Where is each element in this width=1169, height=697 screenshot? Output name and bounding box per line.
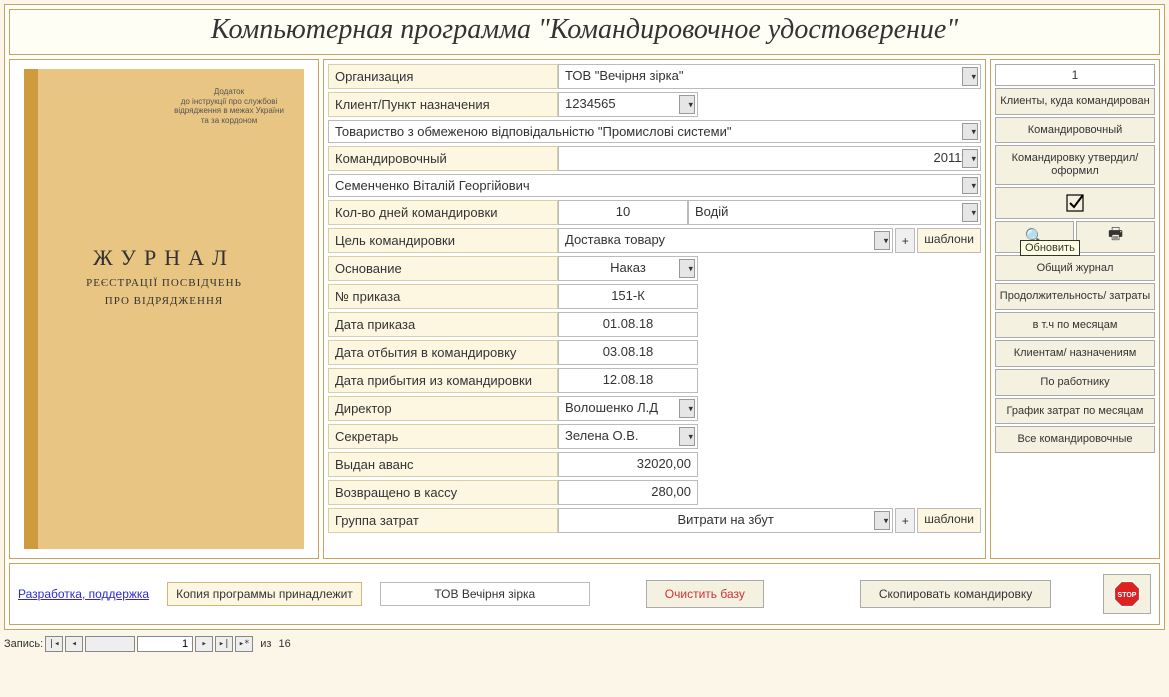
person-select[interactable]: Семенченко Віталій Георгійович (328, 174, 981, 197)
komand-label: Командировочный (328, 146, 558, 171)
arrive-label: Дата прибытия из командировки (328, 368, 558, 393)
book-caption-1: Додаток (174, 87, 284, 97)
record-number: 1 (995, 64, 1155, 86)
order-date-label: Дата приказа (328, 312, 558, 337)
duration-button[interactable]: Продолжительность/ затраты (995, 283, 1155, 310)
book-caption-2: до інструкції про службові (174, 97, 284, 107)
copy-label: Копия программы принадлежит (167, 582, 362, 606)
goal-templates-button[interactable]: шаблони (917, 228, 981, 253)
app-title: Компьютерная программа "Командировочное … (9, 9, 1160, 55)
by-client-button[interactable]: Клиентам/ назначениям (995, 340, 1155, 367)
goal-add-button[interactable]: + (895, 228, 915, 253)
nav-prev-button[interactable]: ◂ (65, 636, 83, 652)
stop-icon: STOP (1113, 580, 1141, 608)
goal-label: Цель командировки (328, 228, 558, 253)
dev-link[interactable]: Разработка, поддержка (18, 587, 149, 601)
group-label: Группа затрат (328, 508, 558, 533)
group-add-button[interactable]: + (895, 508, 915, 533)
book-panel: Додаток до інструкції про службові відря… (9, 59, 319, 559)
nav-current-input[interactable] (137, 636, 193, 652)
book-title: ЖУРНАЛ (93, 245, 235, 271)
advance-label: Выдан аванс (328, 452, 558, 477)
nav-next-button[interactable]: ▸ (195, 636, 213, 652)
clear-db-button[interactable]: Очистить базу (646, 580, 764, 608)
komand-select[interactable]: 201111 (558, 146, 981, 171)
return-input[interactable]: 280,00 (558, 480, 698, 505)
arrive-input[interactable]: 12.08.18 (558, 368, 698, 393)
form-panel: Организация ТОВ "Вечірня зірка" Клиент/П… (323, 59, 986, 559)
org-select[interactable]: ТОВ "Вечірня зірка" (558, 64, 981, 89)
nav-label: Запись: (4, 638, 43, 650)
nav-of-label: из (260, 638, 271, 650)
svg-text:STOP: STOP (1118, 592, 1137, 599)
book-caption-3: відрядження в межах України (174, 106, 284, 116)
komand-button[interactable]: Командировочный (995, 117, 1155, 144)
journal-button[interactable]: Общий журнал (995, 255, 1155, 282)
director-label: Директор (328, 396, 558, 421)
copy-owner: ТОВ Вечірня зірка (380, 582, 590, 606)
group-templates-button[interactable]: шаблони (917, 508, 981, 533)
by-month-button[interactable]: в т.ч по месяцам (995, 312, 1155, 339)
stop-button[interactable]: STOP (1103, 574, 1151, 614)
nav-total: 16 (278, 638, 290, 650)
book-caption-4: та за кордоном (174, 116, 284, 126)
journal-cover: Додаток до інструкції про службові відря… (24, 69, 304, 549)
nav-first-button[interactable]: |◂ (45, 636, 63, 652)
approved-button[interactable]: Командировку утвердил/оформил (995, 145, 1155, 184)
record-navigator: Запись: |◂ ◂ ▸ ▸| ▸* из 16 (4, 634, 1165, 654)
goal-select[interactable]: Доставка товару (558, 228, 893, 253)
days-label: Кол-во дней командировки (328, 200, 558, 225)
basis-label: Основание (328, 256, 558, 281)
print-button[interactable]: 🖶 (1076, 221, 1155, 253)
check-button[interactable] (995, 187, 1155, 219)
group-select[interactable]: Витрати на збут (558, 508, 893, 533)
org-label: Организация (328, 64, 558, 89)
client-code-select[interactable]: 1234565 (558, 92, 698, 117)
depart-input[interactable]: 03.08.18 (558, 340, 698, 365)
secretary-label: Секретарь (328, 424, 558, 449)
position-select[interactable]: Водій (688, 200, 981, 225)
director-select[interactable]: Волошенко Л.Д (558, 396, 698, 421)
footer-panel: Разработка, поддержка Копия программы пр… (9, 563, 1160, 625)
order-no-label: № приказа (328, 284, 558, 309)
all-button[interactable]: Все командировочные (995, 426, 1155, 453)
by-worker-button[interactable]: По работнику (995, 369, 1155, 396)
side-panel: 1 Клиенты, куда командирован Командирово… (990, 59, 1160, 559)
refresh-tooltip: Обновить (1020, 240, 1080, 256)
clients-button[interactable]: Клиенты, куда командирован (995, 88, 1155, 115)
book-subtitle-2: ПРО ВІДРЯДЖЕННЯ (105, 295, 223, 307)
print-icon: 🖶 (1108, 223, 1123, 250)
client-full-select[interactable]: Товариство з обмеженою відповідальністю … (328, 120, 981, 143)
depart-label: Дата отбытия в командировку (328, 340, 558, 365)
copy-trip-button[interactable]: Скопировать командировку (860, 580, 1051, 608)
book-subtitle-1: РЕЄСТРАЦІЇ ПОСВІДЧЕНЬ (86, 277, 242, 289)
chart-button[interactable]: График затрат по месяцам (995, 398, 1155, 425)
client-label: Клиент/Пункт назначения (328, 92, 558, 117)
nav-slider[interactable] (85, 636, 135, 652)
search-button[interactable]: 🔍 Обновить (995, 221, 1074, 253)
secretary-select[interactable]: Зелена О.В. (558, 424, 698, 449)
nav-new-button[interactable]: ▸* (235, 636, 253, 652)
nav-last-button[interactable]: ▸| (215, 636, 233, 652)
check-icon (1063, 193, 1087, 213)
basis-select[interactable]: Наказ (558, 256, 698, 281)
advance-input[interactable]: 32020,00 (558, 452, 698, 477)
order-no-input[interactable]: 151-К (558, 284, 698, 309)
order-date-input[interactable]: 01.08.18 (558, 312, 698, 337)
days-input[interactable]: 10 (558, 200, 688, 225)
return-label: Возвращено в кассу (328, 480, 558, 505)
